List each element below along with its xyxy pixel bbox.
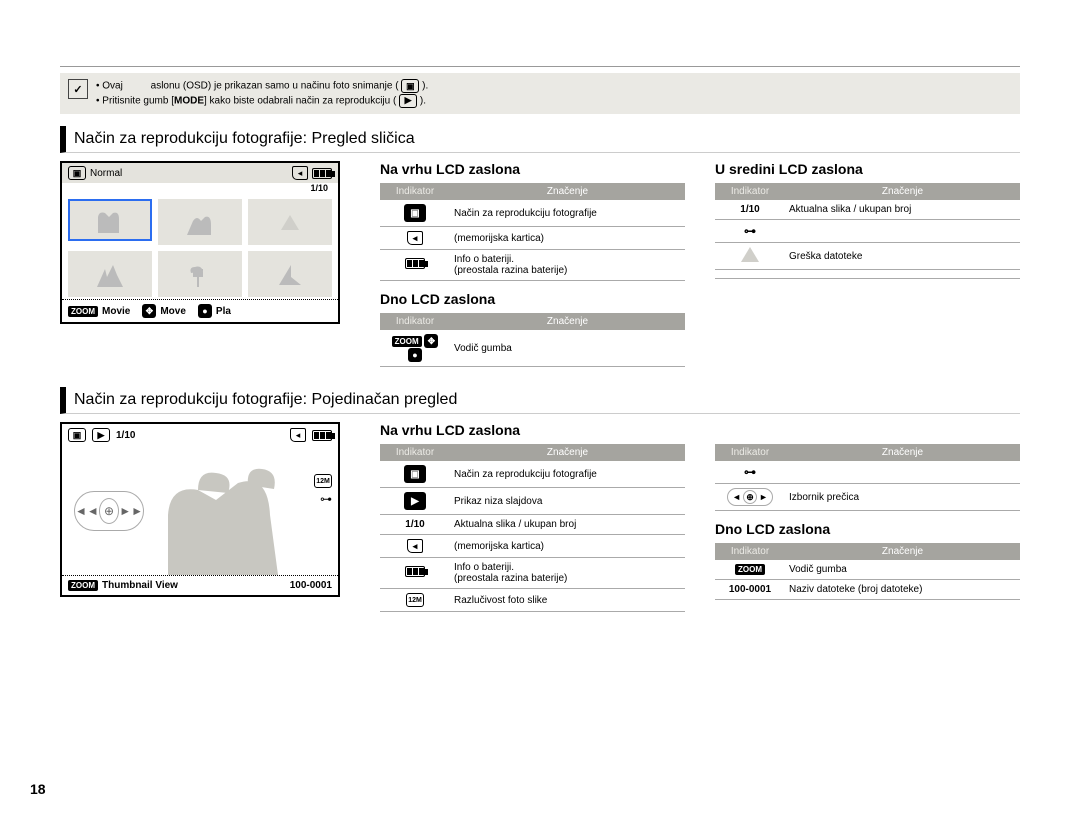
warning-icon <box>741 247 759 262</box>
zoom-icon: ZOOM <box>68 580 98 591</box>
playback-icon: ▶ <box>399 94 417 108</box>
lcd-thumbnail-preview: ▣ Normal ◂ 1/10 <box>60 161 340 324</box>
table-thumb-middle: IndikatorZnačenje 1/10Aktualna slika / u… <box>715 183 1020 279</box>
ok-icon: ● <box>408 348 422 362</box>
ok-icon: ● <box>198 304 212 318</box>
play-photo-icon: ▣ <box>68 428 86 442</box>
check-icon: ✓ <box>68 79 88 99</box>
subhead-top-lcd: Na vrhu LCD zaslona <box>380 161 685 177</box>
zoom-in-icon[interactable]: ⊕ <box>99 498 119 524</box>
shortcut-control[interactable]: ◄◄ ⊕ ►► <box>74 491 144 531</box>
move-icon: ✥ <box>142 304 156 318</box>
subhead-middle-lcd: U sredini LCD zaslona <box>715 161 1020 177</box>
thumbnail-error[interactable] <box>248 199 332 245</box>
battery-icon <box>405 258 425 269</box>
next-icon[interactable]: ►► <box>119 504 143 518</box>
table-single-bottom: IndikatorZnačenje ZOOMVodič gumba 100-00… <box>715 543 1020 600</box>
table-thumb-bottom: IndikatorZnačenje ZOOM ✥ ●Vodič gumba <box>380 313 685 367</box>
subhead-single-bottom: Dno LCD zaslona <box>715 521 1020 537</box>
thumbnail-section: ▣ Normal ◂ 1/10 <box>60 161 1020 377</box>
subhead-bottom-lcd: Dno LCD zaslona <box>380 291 685 307</box>
thumbnail[interactable] <box>158 199 242 245</box>
lcd-single-preview: ▣ ▶ 1/10 ◂ 12M ⊶ ◄◄ ⊕ <box>60 422 340 597</box>
play-photo-icon: ▣ <box>404 204 426 222</box>
page-header <box>60 60 1020 67</box>
key-icon: ⊶ <box>744 465 756 479</box>
card-icon: ◂ <box>290 428 306 442</box>
mode-heading-thumbnail: Način za reprodukciju fotografije: Pregl… <box>60 126 1020 153</box>
play-photo-icon: ▣ <box>404 465 426 483</box>
thumbnail[interactable] <box>158 251 242 297</box>
mode-heading-single: Način za reprodukciju fotografije: Pojed… <box>60 387 1020 414</box>
slideshow-icon: ▶ <box>92 428 110 442</box>
thumbnail[interactable] <box>68 199 152 241</box>
table-thumb-top: IndikatorZnačenje ▣Način za reprodukciju… <box>380 183 685 281</box>
battery-icon <box>312 168 332 179</box>
single-counter: 1/10 <box>116 430 135 441</box>
zoom-icon: ZOOM <box>735 564 765 575</box>
page-number: 18 <box>30 781 46 797</box>
thumb-counter: 1/10 <box>62 183 338 193</box>
table-single-top-right: IndikatorZnačenje ⊶ ◄⊕► Izbornik prečica <box>715 444 1020 511</box>
prev-icon[interactable]: ◄◄ <box>75 504 99 518</box>
photo-mode-icon: ▣ <box>401 79 419 93</box>
zoom-icon: ZOOM <box>392 336 422 347</box>
file-number: 100-0001 <box>290 580 332 591</box>
thumbnail-grid <box>62 193 338 299</box>
card-icon: ◂ <box>292 166 308 180</box>
single-section: ▣ ▶ 1/10 ◂ 12M ⊶ ◄◄ ⊕ <box>60 422 1020 622</box>
card-icon: ◂ <box>407 231 423 245</box>
lcd-footer: ZOOM Movie ✥ Move ● Pla <box>62 299 338 322</box>
resolution-icon: 12M <box>406 593 424 607</box>
play-photo-icon: ▣ <box>68 166 86 180</box>
card-icon: ◂ <box>407 539 423 553</box>
table-single-top-left: IndikatorZnačenje ▣Način za reprodukciju… <box>380 444 685 612</box>
thumbnail[interactable] <box>68 251 152 297</box>
resolution-icon: 12M <box>314 474 332 488</box>
note-lines: • Ovaj aslonu (OSD) je prikazan samo u n… <box>96 79 428 108</box>
warning-icon <box>281 215 299 230</box>
normal-label: Normal <box>90 168 122 179</box>
move-icon: ✥ <box>424 334 438 348</box>
slideshow-icon: ▶ <box>404 492 426 510</box>
photo-silhouette <box>128 445 308 575</box>
note-box: ✓ • Ovaj aslonu (OSD) je prikazan samo u… <box>60 73 1020 114</box>
subhead-single-top: Na vrhu LCD zaslona <box>380 422 685 438</box>
zoom-icon: ZOOM <box>68 306 98 317</box>
thumbnail[interactable] <box>248 251 332 297</box>
key-icon: ⊶ <box>320 492 332 506</box>
battery-icon <box>405 566 425 577</box>
battery-icon <box>312 430 332 441</box>
key-icon: ⊶ <box>744 224 756 238</box>
